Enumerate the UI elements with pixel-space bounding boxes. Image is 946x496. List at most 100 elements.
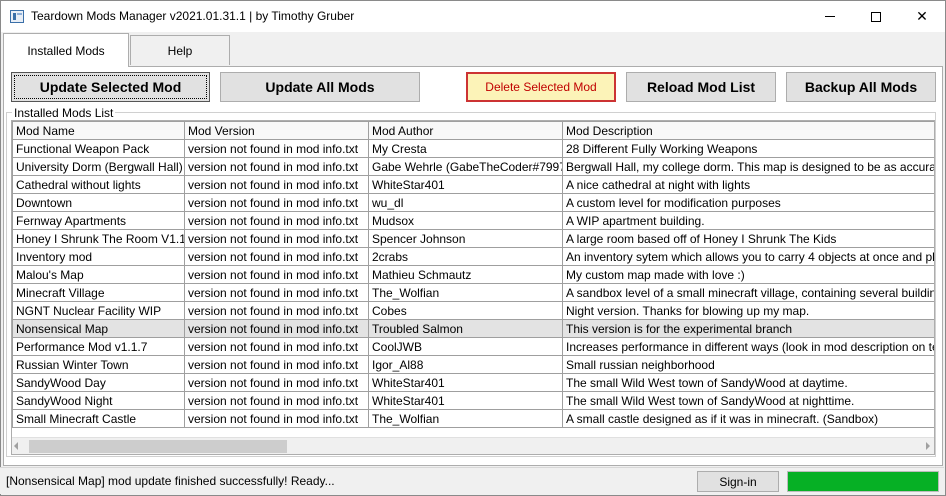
mod-author-cell: Spencer Johnson [368, 229, 563, 248]
minimize-button[interactable] [807, 1, 853, 32]
table-row[interactable]: Minecraft Village version not found in mo… [12, 283, 934, 302]
mod-name-cell: SandyWood Day [12, 373, 185, 392]
table-row[interactable]: Fernway Apartments version not found in m… [12, 211, 934, 230]
mod-name-cell: Fernway Apartments [12, 211, 185, 230]
table-row[interactable]: Small Minecraft Castle version not found … [12, 409, 934, 428]
mod-name-cell: SandyWood Night [12, 391, 185, 410]
mod-name-cell: Downtown [12, 193, 185, 212]
table-row[interactable]: NGNT Nuclear Facility WIP version not fou… [12, 301, 934, 320]
sign-in-button[interactable]: Sign-in [697, 471, 779, 492]
mod-author-cell: My Cresta [368, 139, 563, 158]
mod-description-cell: Bergwall Hall, my college dorm. This map… [562, 157, 934, 176]
mod-version-cell: version not found in mod info.txt [184, 211, 369, 230]
mod-version-cell: version not found in mod info.txt [184, 409, 369, 428]
title-bar[interactable]: Teardown Mods Manager v2021.01.31.1 | by… [1, 1, 945, 32]
mod-description-cell: An inventory sytem which allows you to c… [562, 247, 934, 266]
tab-help[interactable]: Help [130, 35, 230, 65]
progress-bar [787, 471, 939, 492]
mod-author-cell: The_Wolfian [368, 283, 563, 302]
table-row[interactable]: Russian Winter Town version not found in … [12, 355, 934, 374]
column-header-mod-description[interactable]: Mod Description [562, 121, 934, 140]
mod-description-cell: A large room based off of Honey I Shrunk… [562, 229, 934, 248]
mod-description-cell: 28 Different Fully Working Weapons [562, 139, 934, 158]
mod-version-cell: version not found in mod info.txt [184, 373, 369, 392]
table-row[interactable]: Malou's Map version not found in mod info… [12, 265, 934, 284]
mod-author-cell: The_Wolfian [368, 409, 563, 428]
mod-description-cell: The small Wild West town of SandyWood at… [562, 391, 934, 410]
table-row[interactable]: Honey I Shrunk The Room V1.1 version not … [12, 229, 934, 248]
mod-name-cell: Russian Winter Town [12, 355, 185, 374]
mod-name-cell: Performance Mod v1.1.7 [12, 337, 185, 356]
mod-version-cell: version not found in mod info.txt [184, 391, 369, 410]
window-title: Teardown Mods Manager v2021.01.31.1 | by… [31, 9, 355, 23]
maximize-button[interactable] [853, 1, 899, 32]
mod-author-cell: Mudsox [368, 211, 563, 230]
column-header-mod-version[interactable]: Mod Version [184, 121, 369, 140]
mod-version-cell: version not found in mod info.txt [184, 157, 369, 176]
mod-version-cell: version not found in mod info.txt [184, 175, 369, 194]
mod-version-cell: version not found in mod info.txt [184, 139, 369, 158]
table-row[interactable]: SandyWood Day version not found in mod in… [12, 373, 934, 392]
status-bar: [Nonsensical Map] mod update finished su… [0, 467, 944, 494]
mod-author-cell: Cobes [368, 301, 563, 320]
mod-description-cell: A small castle designed as if it was in … [562, 409, 934, 428]
table-row[interactable]: Inventory mod version not found in mod in… [12, 247, 934, 266]
reload-mod-list-button[interactable]: Reload Mod List [626, 72, 776, 102]
table-row[interactable]: University Dorm (Bergwall Hall) version n… [12, 157, 934, 176]
close-icon: ✕ [916, 8, 928, 24]
mod-author-cell: WhiteStar401 [368, 175, 563, 194]
scrollbar-thumb[interactable] [29, 440, 287, 453]
mod-name-cell: Honey I Shrunk The Room V1.1 [12, 229, 185, 248]
progress-bar-fill [788, 472, 938, 491]
table-row[interactable]: Nonsensical Map version not found in mod … [12, 319, 934, 338]
column-header-mod-name[interactable]: Mod Name [12, 121, 185, 140]
mod-version-cell: version not found in mod info.txt [184, 319, 369, 338]
update-all-mods-button[interactable]: Update All Mods [220, 72, 420, 102]
mod-description-cell: Increases performance in different ways … [562, 337, 934, 356]
status-message: [Nonsensical Map] mod update finished su… [6, 474, 335, 488]
tab-installed-mods[interactable]: Installed Mods [3, 33, 129, 67]
mod-name-cell: University Dorm (Bergwall Hall) [12, 157, 185, 176]
mod-name-cell: Functional Weapon Pack [12, 139, 185, 158]
mod-version-cell: version not found in mod info.txt [184, 283, 369, 302]
table-row[interactable]: Cathedral without lights version not foun… [12, 175, 934, 194]
close-button[interactable]: ✕ [899, 1, 945, 32]
mods-table: Mod Name Mod Version Mod Author Mod Desc… [12, 121, 934, 428]
update-selected-mod-button[interactable]: Update Selected Mod [11, 72, 210, 102]
maximize-icon [871, 11, 881, 22]
mod-version-cell: version not found in mod info.txt [184, 229, 369, 248]
mod-author-cell: wu_dl [368, 193, 563, 212]
backup-all-mods-button[interactable]: Backup All Mods [786, 72, 936, 102]
installed-mods-list-label: Installed Mods List [12, 106, 116, 120]
minimize-icon [825, 16, 835, 17]
app-window-icon [10, 10, 24, 23]
mods-table-body: Functional Weapon Pack version not found … [12, 139, 934, 428]
table-row[interactable]: Downtown version not found in mod info.tx… [12, 193, 934, 212]
column-header-mod-author[interactable]: Mod Author [368, 121, 563, 140]
table-row[interactable]: SandyWood Night version not found in mod … [12, 391, 934, 410]
mods-grid[interactable]: Mod Name Mod Version Mod Author Mod Desc… [11, 120, 935, 455]
mod-version-cell: version not found in mod info.txt [184, 355, 369, 374]
mod-version-cell: version not found in mod info.txt [184, 193, 369, 212]
mod-author-cell: CoolJWB [368, 337, 563, 356]
table-row[interactable]: Performance Mod v1.1.7 version not found … [12, 337, 934, 356]
mod-author-cell: Troubled Salmon [368, 319, 563, 338]
mod-description-cell: Small russian neighborhood [562, 355, 934, 374]
mod-name-cell: Small Minecraft Castle [12, 409, 185, 428]
mod-description-cell: A custom level for modification purposes [562, 193, 934, 212]
scroll-right-arrow-icon[interactable] [926, 442, 930, 450]
mod-description-cell: A sandbox level of a small minecraft vil… [562, 283, 934, 302]
mod-version-cell: version not found in mod info.txt [184, 301, 369, 320]
mod-author-cell: Igor_Al88 [368, 355, 563, 374]
delete-selected-mod-button[interactable]: Delete Selected Mod [466, 72, 616, 102]
mod-author-cell: Mathieu Schmautz [368, 265, 563, 284]
mod-description-cell: Night version. Thanks for blowing up my … [562, 301, 934, 320]
mod-name-cell: Nonsensical Map [12, 319, 185, 338]
horizontal-scrollbar[interactable] [12, 437, 934, 454]
mod-description-cell: This version is for the experimental bra… [562, 319, 934, 338]
mod-description-cell: A WIP apartment building. [562, 211, 934, 230]
table-row[interactable]: Functional Weapon Pack version not found … [12, 139, 934, 158]
mod-version-cell: version not found in mod info.txt [184, 265, 369, 284]
scroll-left-arrow-icon[interactable] [14, 442, 18, 450]
mod-description-cell: A nice cathedral at night with lights [562, 175, 934, 194]
